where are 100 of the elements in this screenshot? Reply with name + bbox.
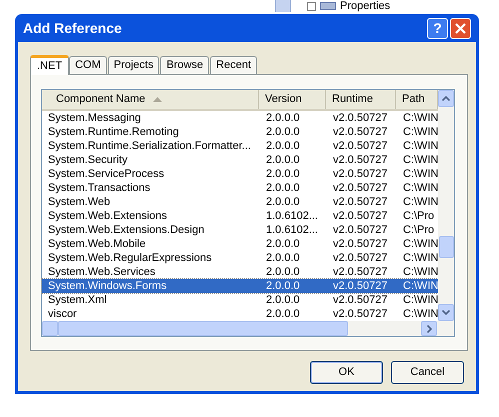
table-cell-text: C:\WIN: [402, 111, 438, 125]
table-row[interactable]: System.Web.Extensions.Design 1.0.6102... v2.0.50727 C:\Pro: [42, 223, 438, 237]
table-cell-text: v2.0.50727: [332, 111, 388, 125]
help-icon: ?: [433, 21, 442, 35]
sort-icon: [153, 97, 162, 102]
table-row[interactable]: System.Windows.Forms 2.0.0.0 v2.0.50727 C:\WIN: [42, 279, 438, 293]
table-cell-text: System.Security: [47, 153, 128, 167]
table-cell-text: v2.0.50727: [332, 251, 388, 265]
table-cell-text: v2.0.50727: [332, 195, 388, 209]
table-row[interactable]: System.Transactions 2.0.0.0 v2.0.50727 C:\WIN: [42, 181, 438, 195]
table-cell-text: v2.0.50727: [332, 167, 388, 181]
table-cell-text: 2.0.0.0: [265, 279, 301, 293]
table-cell-text: C:\WIN: [402, 167, 438, 181]
table-cell-text: 2.0.0.0: [265, 111, 301, 125]
table-row[interactable]: System.Security 2.0.0.0 v2.0.50727 C:\WIN: [42, 153, 438, 167]
folder-icon: [320, 2, 336, 10]
table-row[interactable]: System.Runtime.Remoting 2.0.0.0 v2.0.50727 C:\WIN: [42, 125, 438, 139]
table-cell-text: C:\WIN: [402, 307, 438, 321]
dialog-button[interactable]: Cancel: [391, 361, 464, 384]
table-cell-text: v2.0.50727: [332, 265, 388, 279]
table-cell-text: v2.0.50727: [332, 209, 388, 223]
table-cell-text: C:\WIN: [402, 293, 438, 307]
table-cell-text: System.Windows.Forms: [47, 279, 168, 293]
table-cell-text: 2.0.0.0: [265, 181, 301, 195]
table-cell-text: System.Runtime.Remoting: [47, 125, 180, 139]
table-cell-text: C:\WIN: [402, 181, 438, 195]
table-row[interactable]: System.Messaging 2.0.0.0 v2.0.50727 C:\WIN: [42, 111, 438, 125]
tab[interactable]: COM: [69, 56, 107, 74]
table-cell-text: 2.0.0.0: [265, 125, 301, 139]
close-icon: [455, 22, 466, 34]
table-row[interactable]: System.Runtime.Serialization.Formatter... 2.0.0.0 v2.0.50727 C:\WIN: [42, 139, 438, 153]
table-cell-text: C:\WIN: [402, 125, 438, 139]
tab[interactable]: .NET: [30, 55, 70, 75]
dialog-button[interactable]: OK: [310, 361, 383, 384]
table-row[interactable]: System.Xml 2.0.0.0 v2.0.50727 C:\WIN: [42, 293, 438, 307]
table-cell-text: System.Runtime.Serialization.Formatter...: [47, 139, 252, 153]
scroll-left-button[interactable]: [42, 321, 58, 336]
table-cell-text: System.Transactions: [47, 181, 152, 195]
table-cell-text: System.Web.Mobile: [47, 237, 147, 251]
table-cell-text: 2.0.0.0: [265, 153, 301, 167]
table-cell-text: C:\WIN: [402, 139, 438, 153]
table-cell-text: System.Web.RegularExpressions: [47, 251, 213, 265]
window-title: Add Reference: [23, 18, 123, 38]
tree-item-label[interactable]: Properties: [340, 0, 390, 12]
table-cell-text: 1.0.6102...: [265, 209, 319, 223]
table-cell-text: System.Xml: [47, 293, 108, 307]
table-cell-text: System.Messaging: [47, 111, 142, 125]
table-row[interactable]: System.ServiceProcess 2.0.0.0 v2.0.50727 C:\WIN: [42, 167, 438, 181]
column-header[interactable]: Runtime: [326, 90, 396, 109]
table-row[interactable]: System.Web.Mobile 2.0.0.0 v2.0.50727 C:\WIN: [42, 237, 438, 251]
table-cell-text: v2.0.50727: [332, 125, 388, 139]
table-cell-text: v2.0.50727: [332, 237, 388, 251]
table-cell-text: 2.0.0.0: [265, 307, 301, 321]
column-header[interactable]: Version: [259, 90, 326, 109]
tab[interactable]: Recent: [210, 56, 258, 74]
table-cell-text: 2.0.0.0: [265, 293, 301, 307]
table-cell-text: v2.0.50727: [332, 293, 388, 307]
table-cell-text: C:\WIN: [402, 265, 438, 279]
table-cell-text: 2.0.0.0: [265, 237, 301, 251]
scrollbar-drawing: [275, 0, 291, 12]
table-cell-text: v2.0.50727: [332, 181, 388, 195]
table-cell-text: System.Web: [47, 195, 112, 209]
table-cell-text: C:\WIN: [402, 279, 438, 293]
table-row[interactable]: System.Web.Extensions 1.0.6102... v2.0.50727 C:\Pro: [42, 209, 438, 223]
scroll-thumb[interactable]: [438, 236, 454, 258]
scroll-thumb[interactable]: [58, 321, 348, 336]
column-header[interactable]: Component Name: [42, 90, 259, 109]
horizontal-scrollbar[interactable]: [42, 321, 454, 336]
table-row[interactable]: System.Web 2.0.0.0 v2.0.50727 C:\WIN: [42, 195, 438, 209]
table-cell-text: C:\Pro: [402, 209, 436, 223]
table-cell-text: C:\WIN: [402, 237, 438, 251]
close-button[interactable]: [450, 18, 471, 38]
table-cell-text: 2.0.0.0: [265, 195, 301, 209]
table-row[interactable]: System.Web.RegularExpressions 2.0.0.0 v2.0.50727 C:\WIN: [42, 251, 438, 265]
table-cell-text: v2.0.50727: [332, 279, 388, 293]
table-cell-text: 2.0.0.0: [265, 139, 301, 153]
table-cell-text: System.Web.Extensions: [47, 209, 168, 223]
table-cell-text: v2.0.50727: [332, 223, 388, 237]
table-cell-text: System.Web.Extensions.Design: [47, 223, 206, 237]
table-row[interactable]: viscor 2.0.0.0 v2.0.50727 C:\WIN: [42, 307, 438, 321]
table-cell-text: System.Web.Services: [47, 265, 156, 279]
scroll-right-button[interactable]: [421, 321, 437, 336]
table-cell-text: v2.0.50727: [332, 153, 388, 167]
table-cell-text: C:\WIN: [402, 195, 438, 209]
vertical-scrollbar[interactable]: [438, 90, 454, 321]
table-cell-text: 2.0.0.0: [265, 265, 301, 279]
table-cell-text: C:\WIN: [402, 251, 438, 265]
table-cell-text: viscor: [47, 307, 78, 321]
tab[interactable]: Browse: [160, 56, 210, 74]
scroll-down-button[interactable]: [438, 304, 454, 321]
table-cell-text: 1.0.6102...: [265, 223, 319, 237]
tab[interactable]: Projects: [108, 56, 160, 74]
scroll-up-button[interactable]: [438, 90, 454, 107]
table-cell-text: 2.0.0.0: [265, 167, 301, 181]
table-cell-text: 2.0.0.0: [265, 251, 301, 265]
table-cell-text: C:\WIN: [402, 153, 438, 167]
table-cell-text: v2.0.50727: [332, 139, 388, 153]
table-row[interactable]: System.Web.Services 2.0.0.0 v2.0.50727 C:\WIN: [42, 265, 438, 279]
help-button[interactable]: ?: [427, 18, 448, 38]
table-cell-text: v2.0.50727: [332, 307, 388, 321]
